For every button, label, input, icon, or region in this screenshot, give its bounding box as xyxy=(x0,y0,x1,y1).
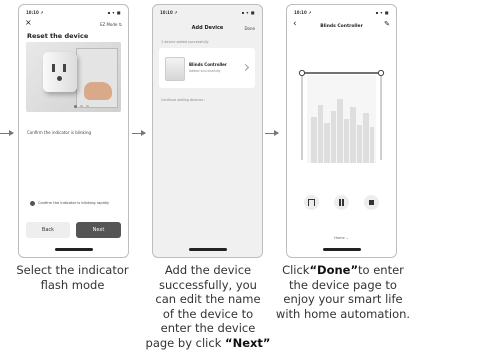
smart-plug xyxy=(43,52,77,92)
room-selector[interactable]: Home ⌄ xyxy=(287,236,396,240)
phone-add-device: 10:10 ↗ ▪ ▾ ■ Add Device Done 1 device a… xyxy=(152,4,263,258)
status-bar: 10:10 ↗ ▪ ▾ ■ xyxy=(160,10,255,16)
caption-next-highlight: “Next” xyxy=(225,335,271,350)
caption-step-1: Select the indicator flash mode xyxy=(0,263,145,292)
status-icons: ▪ ▾ ■ xyxy=(107,10,121,15)
confirm-radio[interactable] xyxy=(30,201,35,206)
device-thumbnail xyxy=(165,57,185,81)
caption-line: Select the indicator xyxy=(16,263,129,277)
section-label: 1 device added successfully xyxy=(161,40,209,44)
instruction-text: Confirm the indicator is blinking xyxy=(27,130,92,135)
plug-slot-left xyxy=(52,64,55,72)
caption-line: enjoy your smart life xyxy=(283,292,403,306)
pause-button[interactable] xyxy=(334,195,349,210)
rail-end-left xyxy=(298,69,306,77)
device-status: Added successfully xyxy=(189,69,221,73)
caption-step-3: Click“Done”to enter the device page to e… xyxy=(268,263,418,321)
edit-icon[interactable]: ✎ xyxy=(384,20,390,28)
pause-icon xyxy=(339,199,341,206)
status-bar: 10:10 ↗ ▪ ▾ ■ xyxy=(294,10,389,16)
arrow-1-to-2 xyxy=(132,130,146,136)
close-button[interactable] xyxy=(364,195,379,210)
caption-line: can edit the name xyxy=(155,292,261,306)
caption-done-highlight: “Done” xyxy=(309,263,359,277)
rail-end-right xyxy=(377,69,385,77)
phone-blinds-controller: 10:10 ↗ ▪ ▾ ■ ‹ Blinds Controller ✎ Home… xyxy=(286,4,397,258)
next-button[interactable]: Next xyxy=(76,222,121,238)
home-indicator xyxy=(322,248,361,251)
confirm-label[interactable]: Confirm the indicator is blinking rapidl… xyxy=(38,201,109,205)
edit-name-icon[interactable] xyxy=(241,63,250,72)
phone-reset-device: 10:10 ↗ ▪ ▾ ■ × EZ Mode ⇅ Reset the devi… xyxy=(18,4,129,258)
page-title: Blinds Controller xyxy=(320,24,363,29)
close-icon[interactable]: × xyxy=(25,19,32,27)
page-title: Reset the device xyxy=(27,32,89,40)
caption-line: flash mode xyxy=(40,277,105,292)
ez-mode-link[interactable]: EZ Mode ⇅ xyxy=(100,22,122,27)
status-icons: ▪ ▾ ■ xyxy=(375,10,389,15)
caption-text: page by click xyxy=(145,335,226,350)
open-curtain-icon xyxy=(308,199,315,206)
status-time: 10:10 ↗ xyxy=(160,10,178,15)
arrow-in xyxy=(0,130,14,136)
caption-text: to enter xyxy=(358,263,404,277)
curtain-illustration xyxy=(298,69,385,163)
caption-line: with home automation. xyxy=(275,306,411,321)
caption-line: Click“Done”to enter xyxy=(268,263,418,278)
device-card[interactable]: Blinds Controller Added successfully xyxy=(159,48,255,88)
status-icons: ▪ ▾ ■ xyxy=(241,10,255,15)
home-indicator xyxy=(188,248,227,251)
caption-line: the device page to xyxy=(289,277,397,292)
caption-line: of the device to xyxy=(162,306,254,321)
back-button[interactable]: Back xyxy=(26,222,70,238)
status-bar: 10:10 ↗ ▪ ▾ ■ xyxy=(26,10,121,16)
status-time: 10:10 ↗ xyxy=(294,10,312,15)
status-time: 10:10 ↗ xyxy=(26,10,44,15)
caption-line: page by click “Next” xyxy=(142,336,274,351)
arrow-2-to-3 xyxy=(265,130,279,136)
caption-step-2: Add the device successfully, you can edi… xyxy=(142,263,274,350)
caption-line: enter the device xyxy=(160,321,256,335)
continue-adding-link[interactable]: Continue adding devices › xyxy=(161,98,205,102)
device-name: Blinds Controller xyxy=(189,62,227,67)
device-photo xyxy=(26,42,121,112)
plug-ground-hole xyxy=(57,76,62,81)
close-curtain-icon xyxy=(369,200,374,205)
caption-text: Click xyxy=(282,263,310,277)
open-button[interactable] xyxy=(304,195,319,210)
hand-shape xyxy=(84,82,112,100)
page-dots xyxy=(74,105,92,108)
done-button[interactable]: Done xyxy=(244,26,255,31)
plug-slot-right xyxy=(63,64,66,72)
home-indicator xyxy=(54,248,93,251)
caption-line: successfully, you xyxy=(159,277,257,292)
caption-line: Add the device xyxy=(164,263,252,277)
